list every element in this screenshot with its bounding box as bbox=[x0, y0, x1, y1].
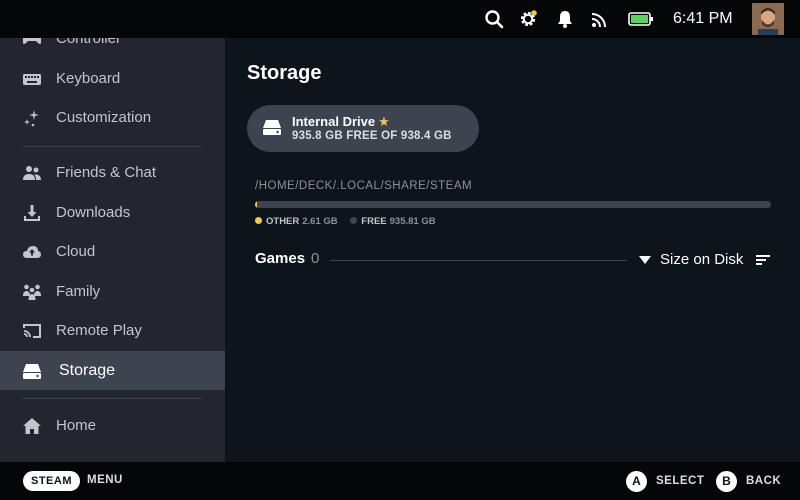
sidebar-divider bbox=[22, 398, 202, 399]
notifications-bell-icon[interactable] bbox=[555, 9, 575, 29]
sidebar-item-keyboard[interactable]: Keyboard bbox=[0, 59, 225, 98]
games-header: Games 0 Size on Disk bbox=[255, 250, 773, 272]
clock: 6:41 PM bbox=[673, 10, 733, 27]
remote-play-icon bbox=[23, 324, 41, 338]
cast-icon[interactable] bbox=[590, 9, 610, 29]
download-icon bbox=[24, 205, 40, 221]
sidebar-item-controller[interactable]: Controller bbox=[0, 38, 225, 58]
search-icon[interactable] bbox=[484, 9, 504, 29]
drive-icon bbox=[263, 120, 281, 135]
install-path: /HOME/DECK/.LOCAL/SHARE/STEAM bbox=[255, 180, 473, 192]
drive-selector-button[interactable]: Internal Drive ★ 935.8 GB FREE OF 938.4 G… bbox=[247, 105, 479, 152]
sidebar-item-downloads[interactable]: Downloads bbox=[0, 193, 225, 232]
legend-label-free: FREE bbox=[361, 216, 387, 227]
select-hint-label: SELECT bbox=[656, 475, 705, 487]
page-title: Storage bbox=[247, 62, 322, 84]
status-bar: 6:41 PM bbox=[0, 0, 800, 38]
sidebar: Controller Keyboard Customization Friend… bbox=[0, 38, 225, 462]
legend-value-other: 2.61 GB bbox=[302, 216, 338, 227]
battery-icon bbox=[628, 12, 653, 26]
family-icon bbox=[23, 284, 41, 300]
storage-icon bbox=[23, 364, 41, 379]
a-button-icon[interactable]: A bbox=[626, 471, 647, 492]
back-hint-label: BACK bbox=[746, 475, 782, 487]
sidebar-divider bbox=[22, 146, 202, 147]
menu-hint-label: MENU bbox=[87, 474, 123, 486]
main-content: Storage Internal Drive ★ 935.8 GB FREE OF… bbox=[225, 38, 800, 462]
drive-name: Internal Drive bbox=[292, 114, 376, 129]
steam-button[interactable]: STEAM bbox=[23, 471, 80, 491]
sidebar-item-cloud[interactable]: Cloud bbox=[0, 232, 225, 271]
storage-usage-bar bbox=[255, 201, 771, 208]
legend-dot-free bbox=[350, 217, 358, 224]
caret-down-icon[interactable] bbox=[639, 256, 651, 264]
friends-icon bbox=[23, 166, 41, 180]
legend-dot-other bbox=[255, 217, 262, 224]
controller-icon bbox=[23, 38, 41, 44]
sidebar-item-customization[interactable]: Customization bbox=[0, 98, 225, 137]
sidebar-item-family[interactable]: Family bbox=[0, 272, 225, 311]
sort-dropdown[interactable]: Size on Disk bbox=[660, 251, 743, 268]
games-count: 0 bbox=[311, 250, 320, 267]
storage-usage-fill bbox=[255, 201, 258, 208]
drive-free-space: 935.8 GB FREE OF 938.4 GB bbox=[292, 130, 452, 142]
games-label: Games bbox=[255, 250, 306, 267]
b-button-icon[interactable]: B bbox=[716, 471, 737, 492]
controller-hints-bar: STEAM MENU A SELECT B BACK bbox=[0, 462, 800, 500]
cloud-icon bbox=[23, 246, 41, 258]
sort-icon[interactable] bbox=[756, 254, 770, 266]
games-divider bbox=[330, 260, 627, 261]
settings-gear-icon[interactable] bbox=[518, 9, 538, 29]
sidebar-item-home[interactable]: Home bbox=[0, 406, 225, 445]
legend-label-other: OTHER bbox=[266, 216, 300, 227]
avatar[interactable] bbox=[752, 3, 784, 35]
sidebar-item-friends-chat[interactable]: Friends & Chat bbox=[0, 153, 225, 192]
legend-value-free: 935.81 GB bbox=[389, 216, 436, 227]
sparkle-icon bbox=[24, 110, 39, 127]
home-icon bbox=[23, 418, 41, 434]
sidebar-item-storage[interactable]: Storage bbox=[0, 351, 225, 390]
drive-name-line: Internal Drive ★ bbox=[292, 114, 390, 130]
storage-legend: OTHER 2.61 GB FREE 935.81 GB bbox=[255, 216, 446, 227]
sidebar-item-remote-play[interactable]: Remote Play bbox=[0, 311, 225, 350]
keyboard-icon bbox=[23, 74, 41, 85]
star-icon: ★ bbox=[378, 114, 390, 129]
